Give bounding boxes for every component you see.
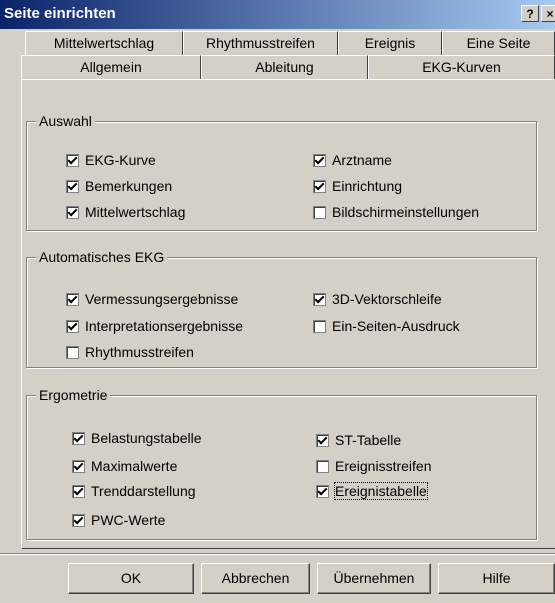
title-bar: Seite einrichten ? × — [0, 0, 555, 29]
cancel-button[interactable]: Abbrechen — [201, 563, 310, 594]
checkbox-pwc-werte[interactable]: PWC-Werte — [72, 512, 165, 528]
checkbox-einrichtung[interactable]: Einrichtung — [313, 178, 402, 194]
tab-ereignis[interactable]: Ereignis — [338, 31, 442, 55]
checkbox-mittelwertschlag[interactable]: Mittelwertschlag — [66, 204, 185, 220]
checkbox-rhythmusstreifen[interactable]: Rhythmusstreifen — [66, 344, 194, 360]
checkbox-ereignisstreifen[interactable]: Ereignisstreifen — [316, 458, 432, 474]
checkbox-bildschirmeinstellungen[interactable]: Bildschirmeinstellungen — [313, 204, 479, 220]
group-ergometrie: Ergometrie Belastungstabelle ST-Tabelle … — [26, 386, 537, 540]
help-button[interactable]: ? — [521, 5, 539, 22]
tab-rhythmusstreifen[interactable]: Rhythmusstreifen — [183, 31, 338, 55]
tab-allgemein[interactable]: Allgemein — [21, 55, 201, 79]
window-title: Seite einrichten — [4, 5, 116, 22]
tab-ekg-kurven[interactable]: EKG-Kurven — [368, 55, 555, 79]
ok-button[interactable]: OK — [68, 563, 194, 594]
group-title: Auswahl — [36, 112, 95, 130]
checkbox-ereignistabelle[interactable]: Ereignistabelle — [316, 482, 428, 500]
apply-button[interactable]: Übernehmen — [317, 563, 431, 594]
checkbox-trenddarstellung[interactable]: Trenddarstellung — [72, 483, 196, 499]
close-button[interactable]: × — [541, 5, 555, 22]
tab-ableitung[interactable]: Ableitung — [201, 55, 368, 79]
group-automatisches-ekg: Automatisches EKG Vermessungsergebnisse … — [26, 248, 537, 368]
checkbox-ein-seiten-ausdruck[interactable]: Ein-Seiten-Ausdruck — [313, 318, 460, 334]
separator — [0, 553, 555, 555]
checkbox-st-tabelle[interactable]: ST-Tabelle — [316, 432, 401, 448]
checkbox-arztname[interactable]: Arztname — [313, 152, 392, 168]
checkbox-belastungstabelle[interactable]: Belastungstabelle — [72, 430, 202, 446]
checkbox-3d-vektorschleife[interactable]: 3D-Vektorschleife — [313, 291, 442, 307]
checkbox-ekg-kurve[interactable]: EKG-Kurve — [66, 152, 156, 168]
checkbox-bemerkungen[interactable]: Bemerkungen — [66, 178, 172, 194]
group-title: Automatisches EKG — [36, 248, 168, 266]
help-dialog-button[interactable]: Hilfe — [438, 563, 555, 594]
checkbox-maximalwerte[interactable]: Maximalwerte — [72, 458, 177, 474]
tab-mittelwertschlag[interactable]: Mittelwertschlag — [25, 31, 183, 55]
tab-eine-seite[interactable]: Eine Seite — [442, 31, 555, 55]
group-title: Ergometrie — [36, 386, 111, 404]
checkbox-vermessungsergebnisse[interactable]: Vermessungsergebnisse — [66, 291, 238, 307]
checkbox-interpretationsergebnisse[interactable]: Interpretationsergebnisse — [66, 318, 243, 334]
group-auswahl: Auswahl EKG-Kurve Arztname Bemerkungen E… — [26, 112, 537, 231]
